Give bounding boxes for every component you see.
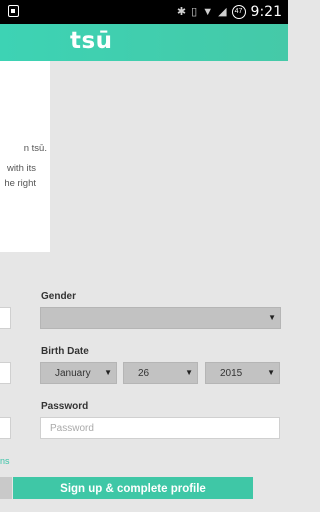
chevron-down-icon: ▼ bbox=[267, 368, 275, 377]
sign-up-button[interactable]: Sign up & complete profile bbox=[13, 477, 253, 499]
gender-label: Gender bbox=[41, 291, 77, 302]
password-field[interactable] bbox=[40, 417, 280, 439]
status-icons: ✱ ▯ ▼ ◢ 47 9:21 bbox=[177, 0, 282, 24]
signal-icon: ◢ bbox=[218, 5, 227, 18]
intro-line-3: he right bbox=[4, 178, 36, 189]
birth-day-value: 26 bbox=[138, 368, 150, 379]
wifi-icon: ▼ bbox=[202, 5, 214, 18]
tsu-logo: tsū bbox=[70, 28, 113, 54]
password-label: Password bbox=[41, 401, 89, 412]
left-input-3[interactable] bbox=[0, 417, 11, 439]
birth-day-select[interactable]: 26 ▼ bbox=[123, 362, 198, 384]
birth-year-select[interactable]: 2015 ▼ bbox=[205, 362, 280, 384]
birth-date-label: Birth Date bbox=[41, 346, 89, 357]
birth-month-select[interactable]: January ▼ bbox=[40, 362, 117, 384]
left-input-1[interactable] bbox=[0, 307, 11, 329]
battery-icon: 47 bbox=[231, 5, 246, 19]
gender-select[interactable]: ▼ bbox=[40, 307, 281, 329]
password-input[interactable] bbox=[41, 418, 279, 439]
birth-month-value: January bbox=[55, 368, 91, 379]
clock: 9:21 bbox=[250, 4, 282, 20]
notification-icon bbox=[8, 5, 19, 17]
intro-card: n tsū. with its he right bbox=[0, 61, 50, 252]
status-bar: ✱ ▯ ▼ ◢ 47 9:21 bbox=[0, 0, 288, 24]
chevron-down-icon: ▼ bbox=[268, 313, 276, 322]
app-header: tsū bbox=[0, 24, 288, 61]
chevron-down-icon: ▼ bbox=[104, 368, 112, 377]
bluetooth-icon: ✱ bbox=[176, 5, 187, 18]
terms-link[interactable]: ns bbox=[0, 456, 10, 466]
birth-year-value: 2015 bbox=[220, 368, 243, 379]
left-input-2[interactable] bbox=[0, 362, 11, 384]
intro-line-1: n tsū. bbox=[23, 143, 47, 154]
intro-line-2: with its bbox=[6, 163, 36, 174]
secondary-button[interactable] bbox=[0, 477, 12, 499]
vibrate-icon: ▯ bbox=[191, 5, 198, 18]
chevron-down-icon: ▼ bbox=[185, 368, 193, 377]
